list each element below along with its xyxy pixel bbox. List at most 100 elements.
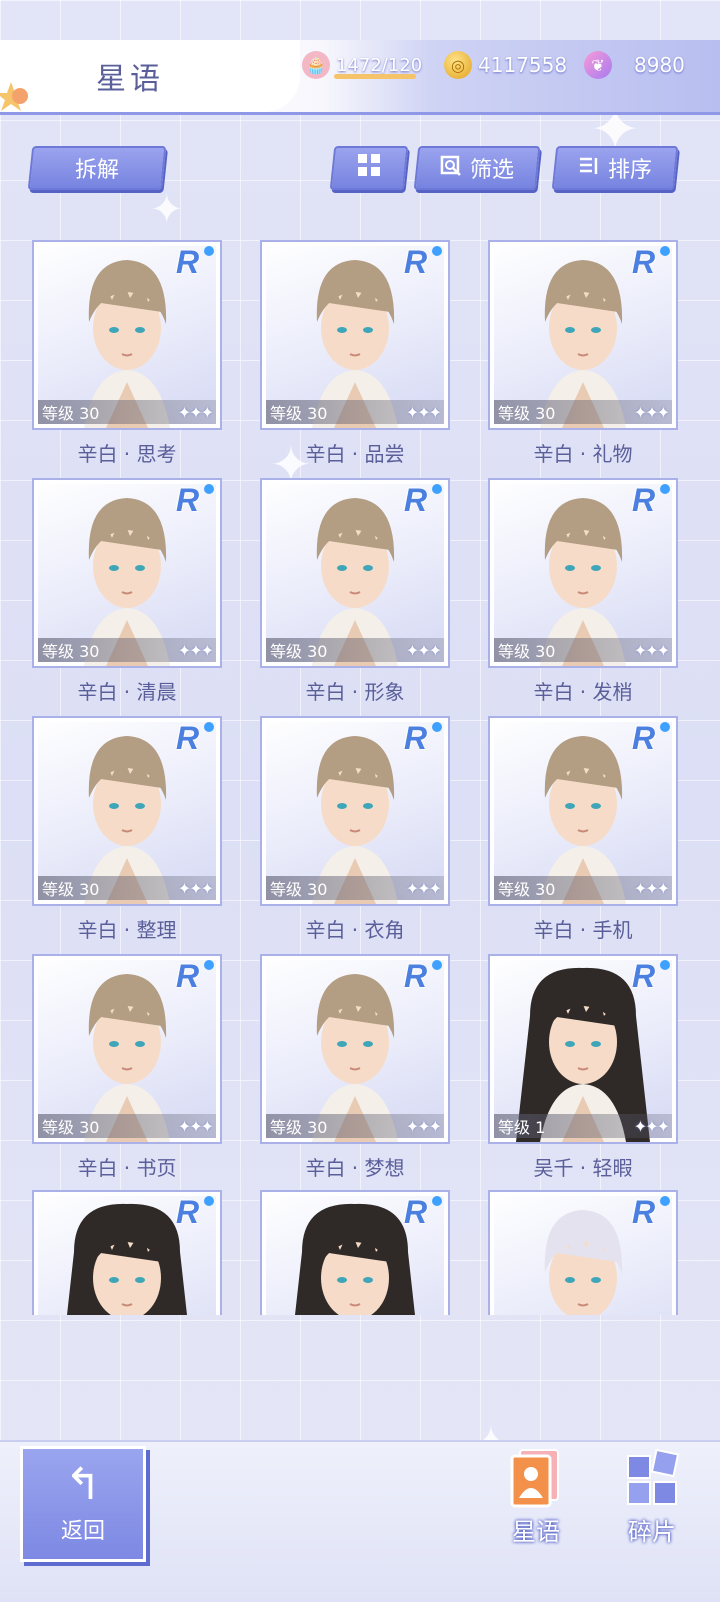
filter-icon (440, 155, 462, 182)
dismantle-button[interactable]: 拆解 (27, 146, 167, 190)
card-frame: R (260, 1190, 450, 1315)
nav-fragments-label: 碎片 (628, 1518, 676, 1546)
star-rating-icon: ✦✦✦ (177, 1116, 214, 1136)
cake-stamina-icon: 🧁 (302, 51, 330, 79)
card-item[interactable]: R 等级 30 ✦✦✦ 辛白 · 品尝 (260, 240, 450, 467)
card-item[interactable]: R 等级 30 ✦✦✦ 辛白 · 清晨 (32, 478, 222, 705)
header-title-area: 星语 (0, 40, 300, 112)
card-frame: R 等级 1 ✦✦✦ (488, 954, 678, 1144)
card-name: 辛白 · 整理 (77, 918, 177, 942)
card-level: 等级 30 (42, 642, 100, 661)
card-name: 辛白 · 书页 (77, 1156, 177, 1180)
card-grid: R 等级 30 ✦✦✦ 辛白 · 思考 R 等级 30 ✦✦✦ 辛白 · 品尝 R 等级 30 ✦✦… (32, 240, 692, 1315)
rarity-badge: R (632, 482, 670, 520)
rarity-badge: R (632, 244, 670, 282)
rarity-badge: R (404, 1194, 442, 1232)
star-rating-icon: ✦✦✦ (633, 402, 670, 422)
card-level: 等级 1 (498, 1118, 546, 1137)
star-rating-icon: ✦✦✦ (633, 640, 670, 660)
rarity-badge: R (404, 958, 442, 996)
rarity-badge: R (404, 720, 442, 758)
card-frame: R 等级 30 ✦✦✦ (260, 954, 450, 1144)
card-name: 吴千 · 轻暇 (533, 1156, 633, 1180)
sort-button[interactable]: 排序 (551, 146, 679, 190)
sort-icon (578, 155, 600, 182)
card-item[interactable]: R 等级 30 ✦✦✦ 辛白 · 形象 (260, 478, 450, 705)
card-frame: R 等级 30 ✦✦✦ (488, 478, 678, 668)
sort-label: 排序 (607, 158, 652, 183)
page-title: 星语 (96, 62, 164, 97)
rarity-badge: R (632, 1194, 670, 1232)
star-rating-icon: ✦✦✦ (633, 878, 670, 898)
card-item[interactable]: R 等级 30 ✦✦✦ 辛白 · 发梢 (488, 478, 678, 705)
card-level: 等级 30 (42, 1118, 100, 1137)
card-item[interactable]: R (32, 1190, 222, 1315)
card-frame: R 等级 30 ✦✦✦ (260, 716, 450, 906)
card-item[interactable]: R (488, 1190, 678, 1315)
rarity-badge: R (176, 958, 214, 996)
gem-resource[interactable]: ❦ 8980 (584, 48, 685, 82)
grid-view-button[interactable] (329, 146, 409, 190)
card-item[interactable]: R 等级 30 ✦✦✦ 辛白 · 手机 (488, 716, 678, 943)
card-frame: R 等级 30 ✦✦✦ (488, 716, 678, 906)
pink-swan-gem-icon: ❦ (584, 51, 612, 79)
card-frame: R 等级 30 ✦✦✦ (32, 716, 222, 906)
card-frame: R 等级 30 ✦✦✦ (260, 478, 450, 668)
stamina-bar (334, 74, 416, 79)
card-item[interactable]: R 等级 1 ✦✦✦ 吴千 · 轻暇 (488, 954, 678, 1181)
card-item[interactable]: R (260, 1190, 450, 1315)
rarity-badge: R (404, 244, 442, 282)
star-rating-icon: ✦✦✦ (405, 640, 442, 660)
star-rating-icon: ✦✦✦ (177, 402, 214, 422)
stamina-resource[interactable]: 🧁 1472/120 (302, 48, 422, 82)
card-item[interactable]: R 等级 30 ✦✦✦ 辛白 · 思考 (32, 240, 222, 467)
card-frame: R 等级 30 ✦✦✦ (260, 240, 450, 430)
card-item[interactable]: R 等级 30 ✦✦✦ 辛白 · 礼物 (488, 240, 678, 467)
star-rating-icon: ✦✦✦ (177, 878, 214, 898)
grid-view-icon (356, 152, 382, 184)
decorative-star-icon (0, 80, 28, 114)
card-item[interactable]: R 等级 30 ✦✦✦ 辛白 · 梦想 (260, 954, 450, 1181)
card-info-bar: 等级 30 ✦✦✦ (494, 876, 672, 900)
stamina-value: 1472/120 (336, 54, 423, 76)
card-info-bar: 等级 30 ✦✦✦ (266, 400, 444, 424)
card-level: 等级 30 (270, 1118, 328, 1137)
star-rating-icon: ✦✦✦ (405, 878, 442, 898)
nav-fragments-tab[interactable]: 碎片 (612, 1448, 692, 1547)
gold-resource[interactable]: ◎ 4117558 (444, 48, 567, 82)
card-info-bar: 等级 30 ✦✦✦ (266, 1114, 444, 1138)
card-info-bar: 等级 30 ✦✦✦ (38, 876, 216, 900)
card-frame: R (488, 1190, 678, 1315)
card-level: 等级 30 (498, 880, 556, 899)
card-info-bar: 等级 30 ✦✦✦ (494, 400, 672, 424)
card-name: 辛白 · 清晨 (77, 680, 177, 704)
filter-button[interactable]: 筛选 (413, 146, 541, 190)
card-level: 等级 30 (42, 404, 100, 423)
dismantle-label: 拆解 (74, 158, 119, 183)
card-item[interactable]: R 等级 30 ✦✦✦ 辛白 · 书页 (32, 954, 222, 1181)
rarity-badge: R (404, 482, 442, 520)
card-name: 辛白 · 衣角 (305, 918, 405, 942)
card-level: 等级 30 (42, 880, 100, 899)
rarity-badge: R (176, 244, 214, 282)
back-label: 返回 (60, 1519, 105, 1544)
card-level: 等级 30 (498, 642, 556, 661)
card-info-bar: 等级 30 ✦✦✦ (266, 638, 444, 662)
card-frame: R 等级 30 ✦✦✦ (32, 240, 222, 430)
star-rating-icon: ✦✦✦ (633, 1116, 670, 1136)
rarity-badge: R (176, 720, 214, 758)
back-button[interactable]: ↰ 返回 (20, 1446, 146, 1562)
back-arrow-icon: ↰ (64, 1459, 102, 1510)
card-portrait-icon (508, 1448, 564, 1510)
card-name: 辛白 · 礼物 (533, 442, 633, 466)
card-name: 辛白 · 品尝 (305, 442, 405, 466)
card-frame: R (32, 1190, 222, 1315)
card-item[interactable]: R 等级 30 ✦✦✦ 辛白 · 整理 (32, 716, 222, 943)
gold-value: 4117558 (478, 53, 568, 77)
nav-cards-label: 星语 (512, 1518, 560, 1546)
nav-cards-tab[interactable]: 星语 (496, 1448, 576, 1547)
card-item[interactable]: R 等级 30 ✦✦✦ 辛白 · 衣角 (260, 716, 450, 943)
card-level: 等级 30 (498, 404, 556, 423)
background-sparkle-icon: ✦ (150, 187, 184, 233)
card-level: 等级 30 (270, 404, 328, 423)
